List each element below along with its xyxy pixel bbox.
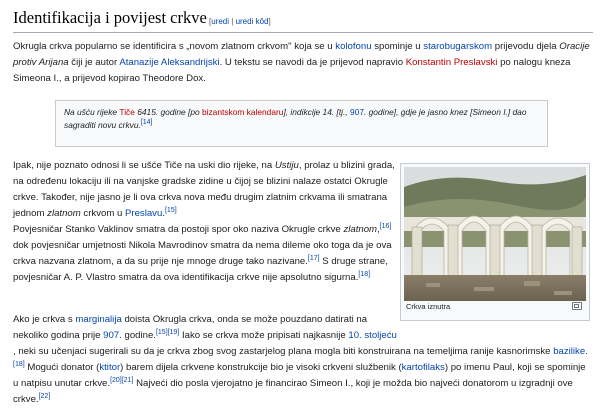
ref-22[interactable]: [22]	[39, 393, 51, 400]
text-italic: Ustiju	[274, 160, 299, 171]
blockquote: Na ušću rijeke Tiče 6415. godine [po biz…	[55, 100, 548, 147]
ref-15[interactable]: [15]	[165, 207, 177, 214]
church-ruins-illustration	[404, 167, 586, 301]
link-preslav[interactable]: Preslavu	[125, 208, 162, 219]
ref-20-21[interactable]: [20][21]	[110, 377, 133, 384]
edit-source-link[interactable]: uredi kôd	[236, 17, 269, 26]
paragraph-2: Ipak, nije poznato odnosi li se ušće Tič…	[13, 158, 397, 222]
paragraph-4-narrow: Ako je crkva s marginalija doista Okrugl…	[13, 312, 397, 344]
text: Okrugla crkva popularno se identificira …	[13, 41, 336, 52]
link-907b[interactable]: 907	[103, 330, 119, 341]
redlink-konstantin[interactable]: Konstantin Preslavski	[406, 57, 498, 68]
article-section: Identifikacija i povijest crkve [uredi |…	[0, 0, 600, 405]
ref-14[interactable]: [14]	[141, 119, 153, 126]
text-italic: zlatnom	[47, 208, 81, 219]
ref-18[interactable]: [18]	[358, 271, 370, 278]
text: prijevodu djela	[492, 41, 560, 52]
paragraph-intro: Okrugla crkva popularno se identificira …	[13, 39, 593, 87]
text: Na ušću rijeke	[64, 107, 120, 117]
text: ], indikcije 14. [tj.,	[283, 107, 350, 117]
ref-18b[interactable]: [18]	[13, 361, 25, 368]
text-italic: zlatnom	[343, 224, 378, 235]
redlink-tice[interactable]: Tiče	[119, 107, 135, 117]
link-kolofon[interactable]: kolofonu	[335, 41, 371, 52]
link-907[interactable]: 907	[350, 107, 364, 117]
ref-15-19[interactable]: [15][19]	[156, 329, 179, 336]
link-atanazije[interactable]: Atanazije Aleksandrijski	[119, 57, 219, 68]
ref-16[interactable]: [16]	[380, 223, 392, 230]
text: ) barem dijela crkvene konstrukcije bio …	[120, 362, 402, 373]
text: Povjesničar Stanko Vaklinov smatra da po…	[13, 224, 344, 235]
ref-17[interactable]: [17]	[308, 255, 320, 262]
edit-link[interactable]: uredi	[211, 17, 229, 26]
link-ktitor[interactable]: ktitor	[99, 362, 120, 373]
paragraph-4: Ako je crkva s marginalija doista Okrugl…	[13, 312, 593, 408]
text: Ipak, nije poznato odnosi li se ušće Tič…	[13, 160, 275, 171]
paragraph-3: Povjesničar Stanko Vaklinov smatra da po…	[13, 222, 397, 286]
section-heading: Identifikacija i povijest crkve [uredi |…	[13, 6, 593, 33]
text: . U tekstu se navodi da je prijevod napr…	[219, 57, 406, 68]
redlink-bizantski-kalendar[interactable]: bizantskom kalendaru	[202, 107, 283, 117]
link-kartofilaks[interactable]: kartofilaks	[402, 362, 445, 373]
text: , neki su učenjaci sugerirali su da je c…	[13, 346, 554, 357]
edit-links: [uredi | uredi kôd]	[209, 17, 271, 27]
link-starobugarski[interactable]: starobugarskom	[423, 41, 492, 52]
text: čiji je autor	[68, 57, 120, 68]
enlarge-icon[interactable]	[572, 302, 582, 310]
text: Iako se crkva može pripisati najkasnije	[179, 330, 349, 341]
church-interior-image[interactable]	[404, 167, 586, 301]
figure-thumbnail: Crkva iznutra	[400, 163, 590, 321]
paragraphs-left: Ipak, nije poznato odnosi li se ušće Tič…	[13, 158, 397, 286]
text: .	[585, 346, 588, 357]
text: crkvom u	[80, 208, 125, 219]
text: spominje u	[371, 41, 424, 52]
link-marginalija[interactable]: marginalija	[75, 314, 121, 325]
text: Ako je crkva s	[13, 314, 76, 325]
text: . godine.	[119, 330, 156, 341]
text: Mogući donator (	[24, 362, 100, 373]
link-10-stoljece[interactable]: 10. stoljeću	[348, 330, 397, 341]
text: 6415. godine [po	[134, 107, 202, 117]
section-title: Identifikacija i povijest crkve	[13, 8, 207, 27]
edit-bracket-close: ]	[268, 17, 271, 26]
link-bazilika[interactable]: bazilike	[553, 346, 585, 357]
caption-text: Crkva iznutra	[406, 302, 451, 311]
